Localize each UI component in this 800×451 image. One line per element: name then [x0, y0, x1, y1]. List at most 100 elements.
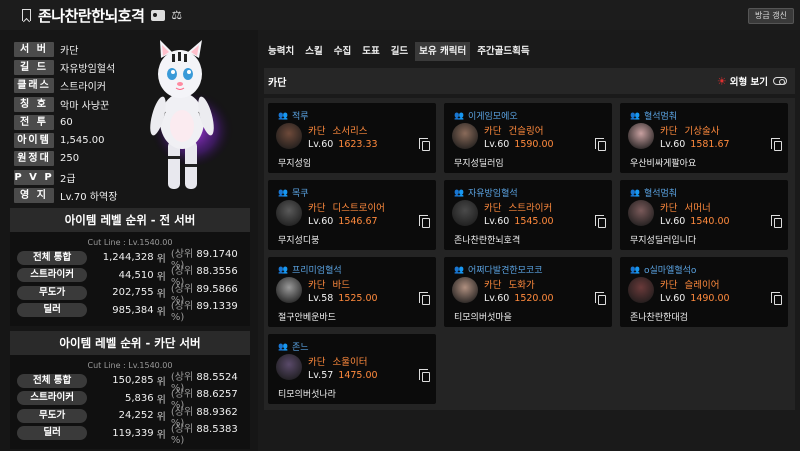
- card-class: 건슬링어: [508, 126, 544, 137]
- character-card[interactable]: 👥 어쩌다발견한모코코 카단 도화가 Lv.60 1520.00 티모의버섯마을: [444, 257, 612, 327]
- rank-pct-value: 89.5866: [193, 283, 238, 295]
- copy-icon[interactable]: [595, 292, 606, 305]
- card-character-name: 존나찬란한대검: [630, 313, 688, 323]
- rank-server-title: 아이템 레벨 순위 - 카단 서버: [10, 331, 250, 355]
- copy-icon[interactable]: [419, 215, 430, 228]
- profile-label: 서 버: [14, 41, 54, 57]
- character-card[interactable]: 👥 o실마엘혈석o 카단 슬레이어 Lv.60 1490.00 존나찬란한대검: [620, 257, 788, 327]
- character-card[interactable]: 👥 혈석멈춰 카단 기상술사 Lv.60 1581.67 우산비싸게팔아요: [620, 103, 788, 173]
- guild-name: 혈석멈춰: [643, 189, 678, 199]
- tab-6[interactable]: 주간골드획득: [473, 42, 533, 61]
- profile-value: 스트라이커: [60, 82, 106, 94]
- copy-icon[interactable]: [419, 292, 430, 305]
- card-server: 카단: [308, 280, 326, 291]
- tab-1[interactable]: 스킬: [301, 42, 326, 61]
- profile-label: 클래스: [14, 78, 54, 94]
- profile-label: 칭 호: [14, 96, 54, 112]
- rank-box-all-servers: 아이템 레벨 순위 - 전 서버 Cut Line : Lv.1540.00 전…: [10, 208, 250, 326]
- appearance-label: 외형 보기: [729, 77, 768, 88]
- rank-all-title: 아이템 레벨 순위 - 전 서버: [10, 208, 250, 232]
- rank-number: 119,339: [112, 427, 154, 439]
- character-card[interactable]: 👥 목쿠 카단 디스트로이어 Lv.60 1546.67 무지성디붕: [268, 180, 436, 250]
- guild-name: 목쿠: [291, 189, 309, 199]
- character-portrait: [276, 277, 302, 303]
- rank-category-label: 딜러: [17, 303, 88, 318]
- card-char-level: Lv.57: [308, 370, 334, 381]
- bookmark-icon[interactable]: [22, 9, 31, 21]
- card-character-name: 티모의버섯마을: [454, 313, 512, 323]
- rank-pct-prefix: (상위: [170, 389, 194, 401]
- character-card[interactable]: 👥 존느 카단 소울이터 Lv.57 1475.00 티모의버섯나라: [268, 334, 436, 404]
- card-server-class: 카단 스트라이커: [484, 200, 552, 214]
- copy-icon[interactable]: [595, 138, 606, 151]
- character-card[interactable]: 👥 프리미엄혈석 카단 바드 Lv.58 1525.00 절구안베운바드: [268, 257, 436, 327]
- rank-number: 44,510: [118, 269, 154, 281]
- appearance-toggle[interactable]: ☀ 외형 보기: [717, 74, 787, 88]
- tab-3[interactable]: 도표: [358, 42, 383, 61]
- rank-number: 24,252: [118, 410, 154, 422]
- rank-category-label: 스트라이커: [17, 268, 88, 283]
- character-card[interactable]: 👥 적루 카단 소서리스 Lv.60 1623.33 무지성임: [268, 103, 436, 173]
- profile-value: 카단: [60, 45, 79, 57]
- card-server-class: 카단 슬레이어: [660, 277, 719, 291]
- card-item-level: 1525.00: [338, 293, 378, 304]
- copy-icon[interactable]: [771, 215, 782, 228]
- rank-category-label: 무도가: [17, 408, 88, 423]
- card-server: 카단: [308, 203, 326, 214]
- copy-icon[interactable]: [419, 369, 430, 382]
- rank-category-label: 스트라이커: [17, 391, 88, 406]
- character-card[interactable]: 👥 이게임모에오 카단 건슬링어 Lv.60 1590.00 무지성딜러임: [444, 103, 612, 173]
- tab-4[interactable]: 길드: [387, 42, 412, 61]
- scale-icon[interactable]: ⚖: [171, 8, 182, 22]
- rank-percentile: (상위 88.5383 %): [171, 420, 250, 446]
- rank-pct-prefix: (상위: [170, 266, 194, 278]
- rank-pct-value: 88.9362: [193, 406, 238, 418]
- guild-name: 어쩌다발견한모코코: [467, 266, 543, 276]
- card-server-class: 카단 소울이터: [308, 354, 367, 368]
- card-server-class: 카단 기상술사: [660, 123, 719, 137]
- card-server-class: 카단 소서리스: [308, 123, 367, 137]
- card-server: 카단: [484, 126, 502, 137]
- character-portrait: [628, 277, 654, 303]
- copy-icon[interactable]: [419, 138, 430, 151]
- card-class: 서머너: [684, 203, 711, 214]
- toggle-icon[interactable]: [773, 77, 787, 85]
- tab-0[interactable]: 능력치: [264, 42, 298, 61]
- character-portrait: [452, 277, 478, 303]
- rank-pct-suffix: %): [170, 435, 185, 447]
- card-class: 소서리스: [332, 126, 368, 137]
- rank-percentile: (상위 89.1339 %): [171, 297, 250, 323]
- refresh-label: 갱신: [772, 11, 787, 20]
- tab-5[interactable]: 보유 캐릭터: [415, 42, 471, 61]
- card-server: 카단: [660, 280, 678, 291]
- card-char-level: Lv.60: [308, 216, 334, 227]
- copy-icon[interactable]: [771, 138, 782, 151]
- card-level: Lv.60 1540.00: [660, 216, 730, 227]
- profile-row: P V P 2급: [14, 168, 117, 186]
- profile-value: Lv.70 하역장: [60, 192, 118, 204]
- card-server: 카단: [660, 126, 678, 137]
- rank-unit: 위: [156, 394, 166, 406]
- profile-label: P V P: [14, 169, 54, 185]
- guild-name: 프리미엄혈석: [291, 266, 342, 276]
- tab-2[interactable]: 수집: [330, 42, 355, 61]
- rank-unit: 위: [156, 271, 166, 283]
- guild-name: 존느: [291, 343, 309, 353]
- refresh-button[interactable]: 방금 갱신: [748, 8, 794, 24]
- guild-members-icon: 👥: [630, 265, 640, 274]
- profile-row: 영 지 Lv.70 하역장: [14, 186, 117, 204]
- copy-icon[interactable]: [595, 215, 606, 228]
- rank-unit: 위: [156, 289, 166, 301]
- id-card-icon[interactable]: [151, 9, 166, 21]
- rank-pct-prefix: (상위: [170, 283, 194, 295]
- card-server-class: 카단 서머너: [660, 200, 711, 214]
- rank-pct-suffix: %): [170, 312, 185, 324]
- profile-info-table: 서 버 카단 길 드 자유방임혈석 클래스 스트라이커 칭 호 악마 사냥꾼 전 투 60 아이템 1…: [14, 40, 117, 205]
- profile-row: 전 투 60: [14, 113, 117, 131]
- rank-number: 202,755: [112, 287, 154, 299]
- rank-pct-value: 88.6257: [193, 389, 238, 401]
- profile-row: 길 드 자유방임혈석: [14, 58, 117, 76]
- character-card[interactable]: 👥 자유방임혈석 카단 스트라이커 Lv.60 1545.00 존나찬란한뇌호격: [444, 180, 612, 250]
- copy-icon[interactable]: [771, 292, 782, 305]
- character-card[interactable]: 👥 혈석멈춰 카단 서머너 Lv.60 1540.00 무지성딜러입니다: [620, 180, 788, 250]
